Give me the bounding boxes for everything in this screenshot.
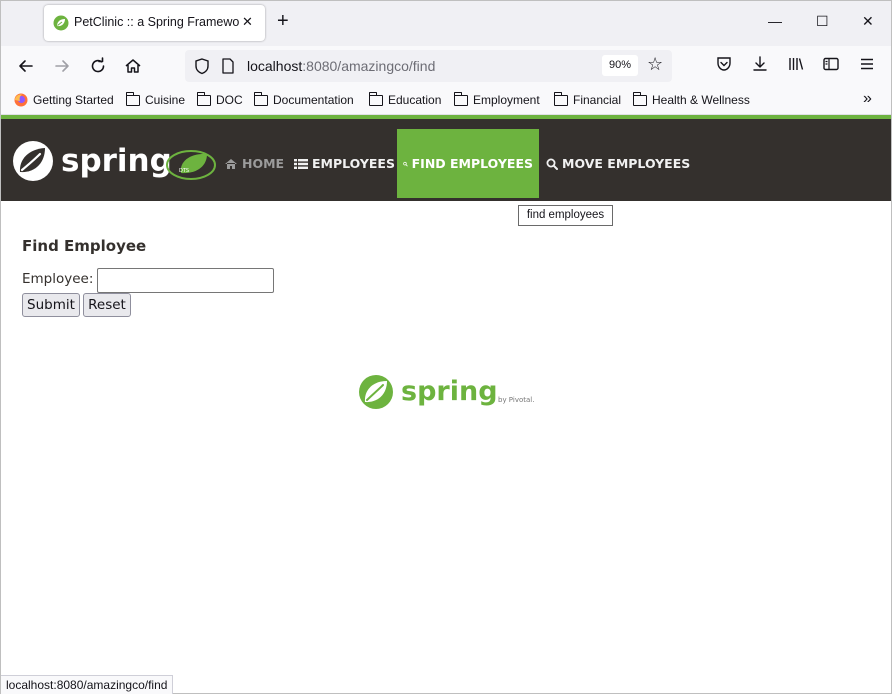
folder-icon (253, 91, 268, 106)
nav-home[interactable]: HOME (218, 129, 290, 198)
svg-text:DTS: DTS (179, 168, 189, 174)
svg-text:spring: spring (401, 376, 498, 407)
browser-tab[interactable]: PetClinic :: a Spring Framework demonstr… (44, 5, 265, 41)
folder-icon (125, 91, 140, 106)
bookmarks-overflow-icon[interactable]: » (863, 90, 872, 108)
status-bar-url: localhost:8080/amazingco/find (1, 675, 174, 694)
shield-icon[interactable] (193, 57, 211, 75)
folder-icon (368, 91, 383, 106)
home-icon[interactable] (122, 55, 144, 77)
pocket-icon[interactable] (715, 55, 733, 73)
reset-button[interactable]: Reset (83, 293, 131, 317)
bookmark-doc[interactable]: DOC (196, 91, 243, 107)
spring-by-pivotal-logo: spring by Pivotal. (359, 375, 534, 409)
url-bar[interactable]: localhost:8080/amazingco/find 90% ☆ (185, 50, 672, 82)
spring-leaf-icon (53, 15, 69, 31)
submit-button[interactable]: Submit (22, 293, 80, 317)
bookmark-getting-started[interactable]: Getting Started (14, 93, 114, 107)
bookmark-financial[interactable]: Financial (553, 91, 621, 107)
page-content: spring DTS HOME EMPLOYEES FIND EMPLOYEES… (1, 115, 891, 693)
app-header: spring DTS HOME EMPLOYEES FIND EMPLOYEES… (1, 115, 891, 201)
nav-find-employees[interactable]: FIND EMPLOYEES (397, 129, 539, 198)
svg-text:spring: spring (61, 143, 172, 179)
menu-icon[interactable] (858, 55, 876, 73)
firefox-icon (14, 93, 28, 107)
reload-icon[interactable] (87, 55, 109, 77)
tab-close-icon[interactable]: ✕ (242, 14, 253, 30)
search-icon (403, 161, 408, 166)
bookmark-documentation[interactable]: Documentation (253, 91, 354, 107)
home-icon (225, 158, 237, 169)
library-icon[interactable] (787, 55, 805, 73)
sidebar-icon[interactable] (822, 55, 840, 73)
folder-icon (453, 91, 468, 106)
tab-strip: PetClinic :: a Spring Framework demonstr… (1, 1, 891, 46)
back-arrow-icon[interactable] (15, 55, 37, 77)
bookmark-education[interactable]: Education (368, 91, 441, 107)
folder-icon (196, 91, 211, 106)
spring-logo[interactable]: spring DTS (11, 139, 217, 183)
page-title: Find Employee (22, 237, 147, 255)
employee-input[interactable] (97, 268, 274, 293)
search-icon (546, 158, 558, 170)
bookmark-employment[interactable]: Employment (453, 91, 540, 107)
window-close-button[interactable]: ✕ (862, 13, 874, 30)
nav-move-employees[interactable]: MOVE EMPLOYEES (540, 129, 696, 198)
minimize-button[interactable]: — (768, 13, 782, 29)
zoom-level-badge[interactable]: 90% (602, 55, 638, 76)
nav-tooltip: find employees (518, 205, 613, 226)
bookmark-health-wellness[interactable]: Health & Wellness (632, 91, 750, 107)
folder-icon (632, 91, 647, 106)
folder-icon (553, 91, 568, 106)
employee-label: Employee: (22, 271, 94, 287)
list-icon (294, 158, 308, 169)
bookmarks-toolbar: Getting Started Cuisine DOC Documentatio… (1, 86, 891, 115)
maximize-button[interactable]: ☐ (816, 13, 829, 30)
nav-employees[interactable]: EMPLOYEES (288, 129, 401, 198)
downloads-icon[interactable] (751, 55, 769, 73)
svg-text:by Pivotal.: by Pivotal. (498, 396, 534, 404)
page-icon (222, 58, 234, 74)
new-tab-button[interactable]: + (277, 11, 289, 31)
bookmark-cuisine[interactable]: Cuisine (125, 91, 185, 107)
forward-arrow-icon[interactable] (51, 55, 73, 77)
url-text[interactable]: localhost:8080/amazingco/find (247, 58, 435, 74)
tab-title: PetClinic :: a Spring Framework demonstr… (74, 15, 240, 29)
navigation-toolbar: localhost:8080/amazingco/find 90% ☆ (1, 46, 891, 86)
bookmark-star-icon[interactable]: ☆ (647, 55, 663, 73)
